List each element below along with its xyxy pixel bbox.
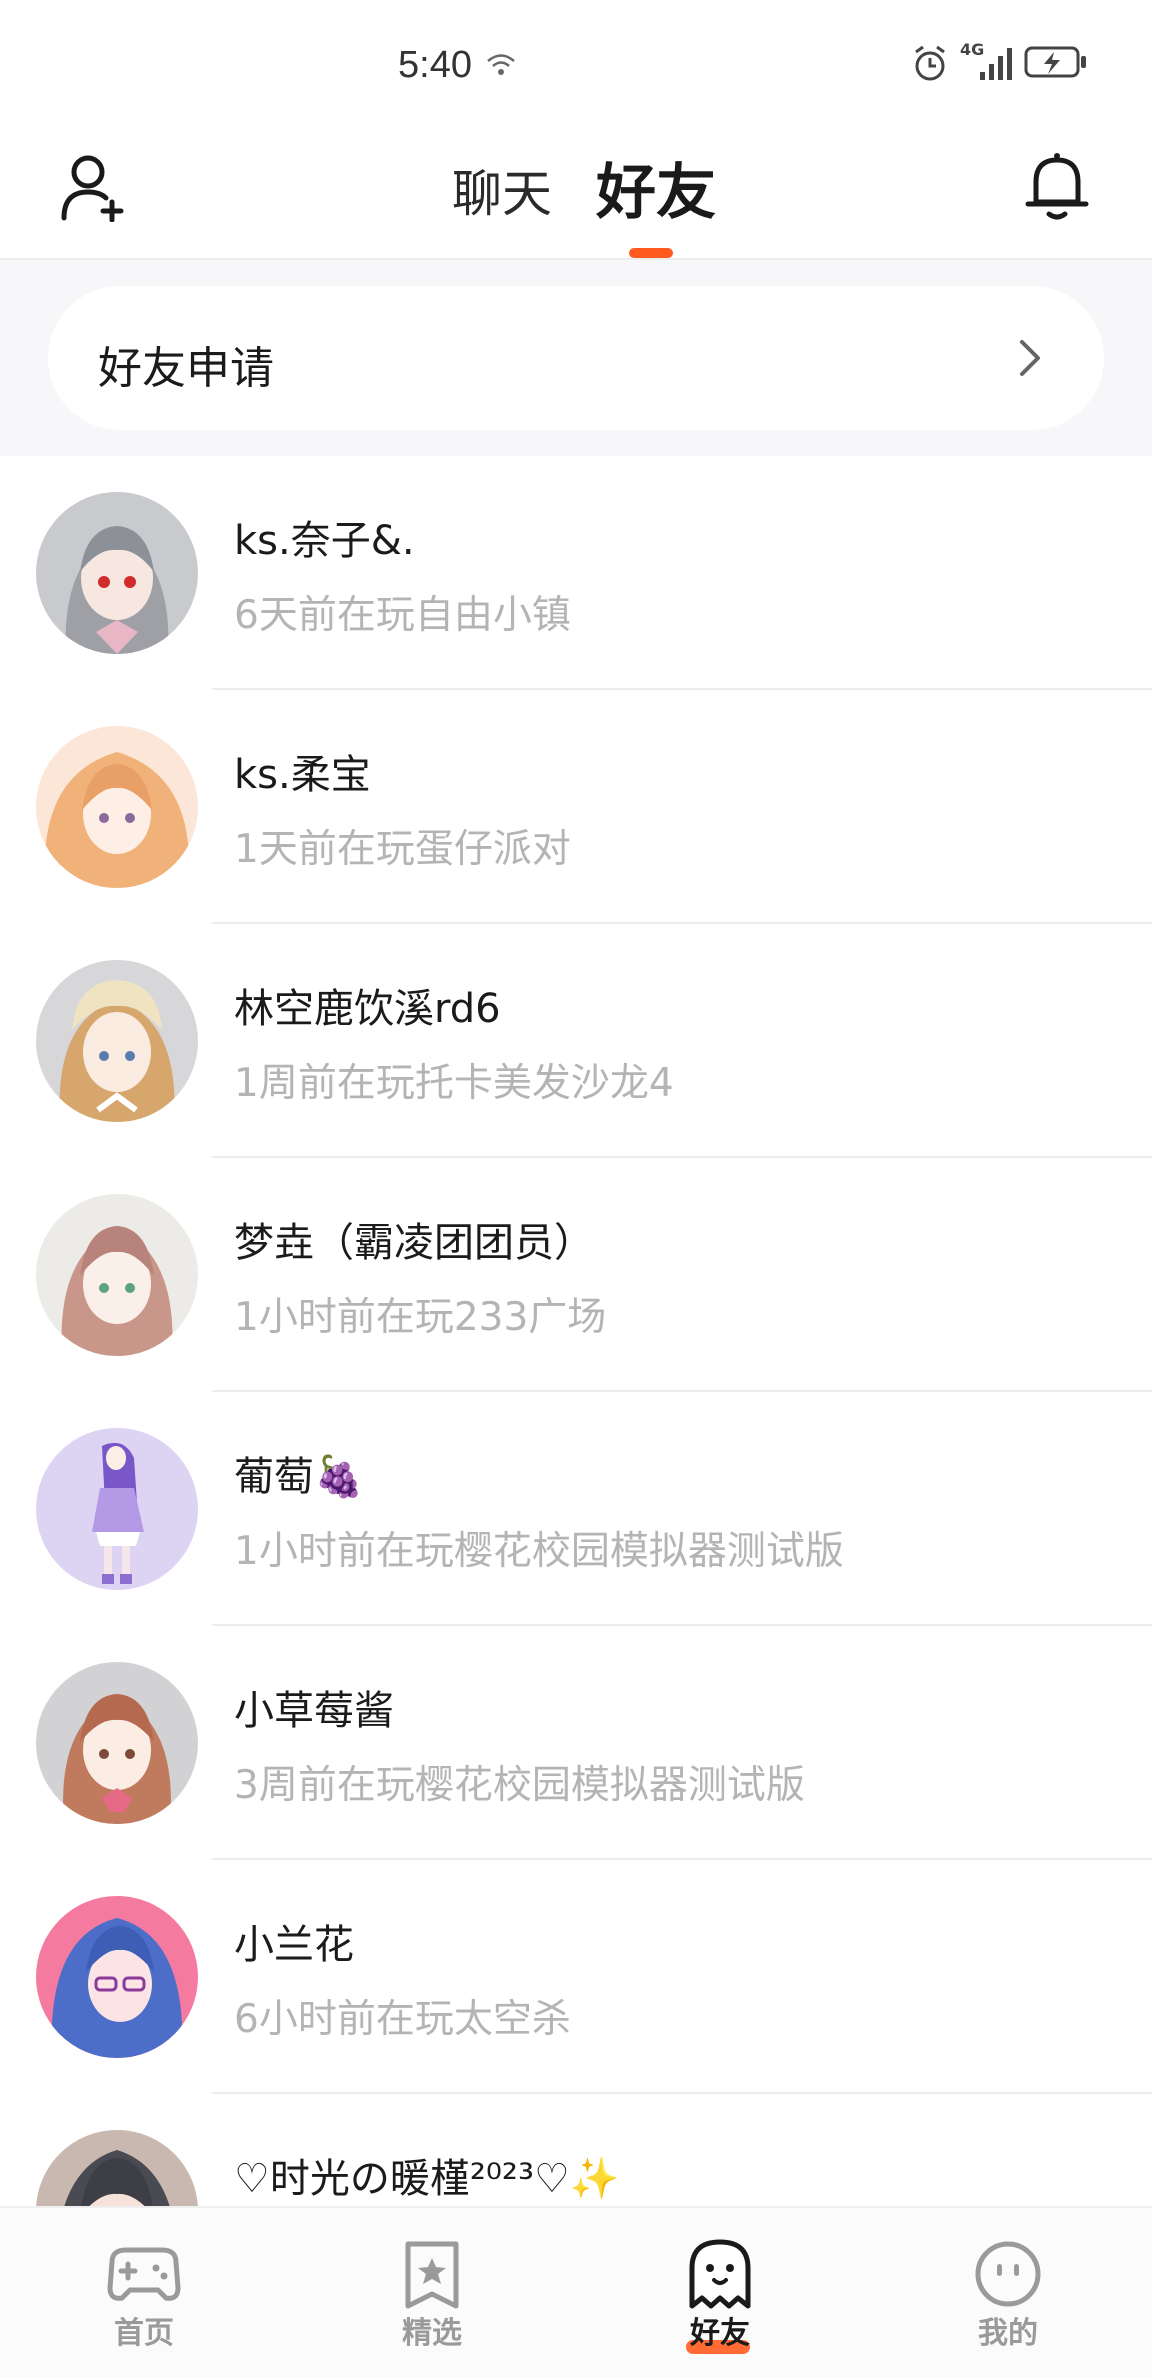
status-time: 5:40 <box>398 44 472 86</box>
tab-active-indicator <box>629 248 673 258</box>
friend-status: 1小时前在玩樱花校园模拟器测试版 <box>234 1529 844 1574</box>
bottom-nav: 首页 精选 好友 我的 <box>0 2206 1152 2378</box>
friend-list-item[interactable]: ♡时光の暖槿²⁰²³♡✨ <box>0 2094 1152 2206</box>
ghost-icon <box>689 2239 751 2309</box>
bell-icon[interactable] <box>1022 150 1092 222</box>
friend-status: 1周前在玩托卡美发沙龙4 <box>234 1061 674 1106</box>
friend-status: 1天前在玩蛋仔派对 <box>234 827 571 872</box>
avatar <box>36 1662 198 1824</box>
friend-list-item[interactable]: 梦垚（霸凌团团员） 1小时前在玩233广场 <box>0 1158 1152 1392</box>
tab-chat[interactable]: 聊天 <box>452 154 552 226</box>
top-bar: 聊天 好友 <box>0 130 1152 260</box>
friend-list-item[interactable]: 小草莓酱 3周前在玩樱花校园模拟器测试版 <box>0 1626 1152 1860</box>
friend-name: ks.柔宝 <box>234 752 371 798</box>
star-bookmark-icon <box>405 2241 459 2309</box>
alarm-icon <box>915 45 945 81</box>
friend-status: 6小时前在玩太空杀 <box>234 1997 571 2042</box>
friend-list-item[interactable]: 小兰花 6小时前在玩太空杀 <box>0 1860 1152 2094</box>
nav-label: 精选 <box>402 2316 462 2351</box>
friend-request-section: 好友申请 <box>0 260 1152 456</box>
avatar <box>36 492 198 654</box>
avatar <box>36 1194 198 1356</box>
friend-request-label: 好友申请 <box>98 343 274 394</box>
friend-list-item[interactable]: 林空鹿饮溪rd6 1周前在玩托卡美发沙龙4 <box>0 924 1152 1158</box>
signal-icon <box>980 48 1012 80</box>
nav-label: 首页 <box>114 2316 174 2351</box>
friend-name: 梦垚（霸凌团团员） <box>234 1220 594 1266</box>
smiley-face-icon <box>975 2241 1041 2307</box>
friend-name: 葡萄🍇 <box>234 1454 364 1500</box>
friend-name: ks.奈子&. <box>234 518 415 564</box>
avatar <box>36 726 198 888</box>
nav-item-friends[interactable]: 好友 <box>576 2208 864 2378</box>
friend-name: 小兰花 <box>234 1922 354 1968</box>
friend-status: 3周前在玩樱花校园模拟器测试版 <box>234 1763 805 1808</box>
gamepad-icon <box>107 2247 181 2301</box>
friend-status: 1小时前在玩233广场 <box>234 1295 607 1340</box>
add-friend-icon[interactable] <box>60 152 130 222</box>
nav-item-featured[interactable]: 精选 <box>288 2208 576 2378</box>
friend-name: 林空鹿饮溪rd6 <box>234 986 501 1032</box>
friend-list: ks.奈子&. 6天前在玩自由小镇 ks.柔宝 1天前在玩蛋仔派对 林空鹿饮溪r… <box>0 456 1152 2206</box>
nav-label: 好友 <box>690 2316 750 2351</box>
tab-friends[interactable]: 好友 <box>596 144 716 231</box>
friend-name: 小草莓酱 <box>234 1688 394 1734</box>
battery-icon <box>1024 46 1086 78</box>
avatar <box>36 2130 198 2206</box>
friend-name: ♡时光の暖槿²⁰²³♡✨ <box>234 2156 620 2202</box>
avatar <box>36 1896 198 2058</box>
friend-status: 6天前在玩自由小镇 <box>234 593 571 638</box>
status-bar: 5:40 4G <box>0 0 1152 130</box>
friend-list-item[interactable]: ks.柔宝 1天前在玩蛋仔派对 <box>0 690 1152 924</box>
avatar <box>36 960 198 1122</box>
friend-list-item[interactable]: 葡萄🍇 1小时前在玩樱花校园模拟器测试版 <box>0 1392 1152 1626</box>
chevron-right-icon <box>1020 340 1040 376</box>
friend-list-item[interactable]: ks.奈子&. 6天前在玩自由小镇 <box>0 456 1152 690</box>
nav-item-profile[interactable]: 我的 <box>864 2208 1152 2378</box>
wifi-icon <box>487 54 515 75</box>
nav-label: 我的 <box>978 2316 1038 2351</box>
nav-item-home[interactable]: 首页 <box>0 2208 288 2378</box>
friend-request-button[interactable]: 好友申请 <box>48 286 1104 430</box>
avatar <box>36 1428 198 1590</box>
